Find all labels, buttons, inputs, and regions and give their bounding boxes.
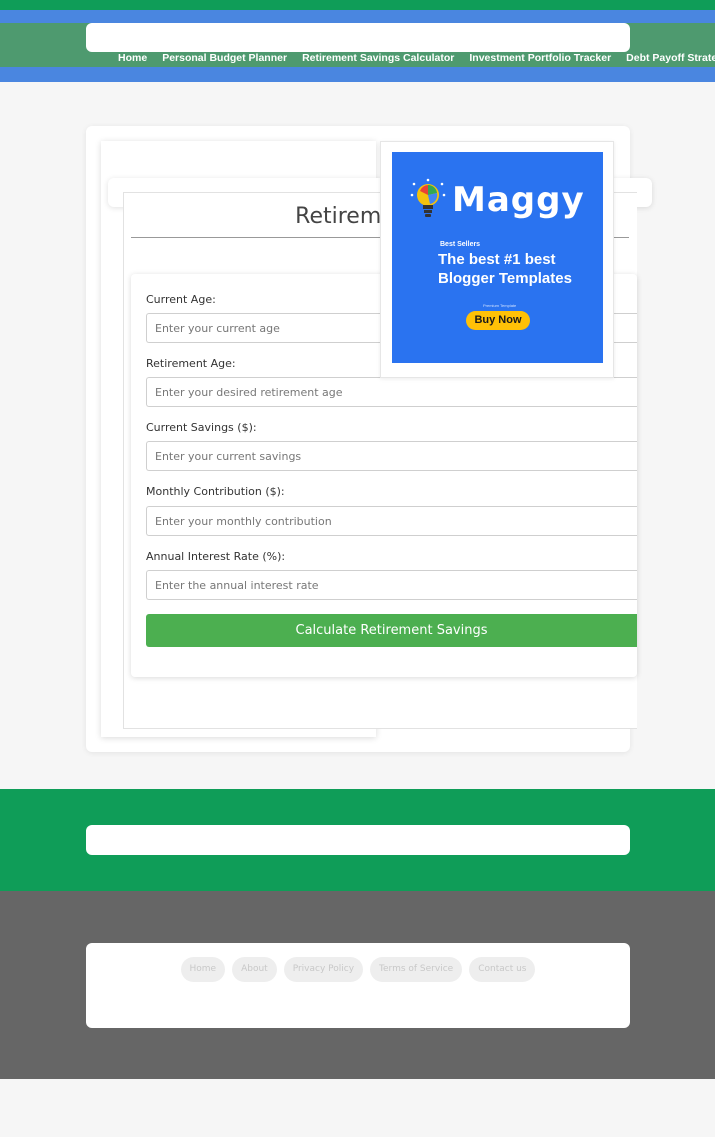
nav-item-debt-payoff-strategy[interactable]: Debt Payoff Strategy (626, 52, 715, 64)
annual-interest-rate-input[interactable] (146, 570, 637, 600)
ad-headline-line1: The best #1 best (438, 251, 556, 268)
monthly-contribution-label: Monthly Contribution ($): (146, 485, 285, 498)
current-savings-input[interactable] (146, 441, 637, 471)
footer-box (86, 943, 630, 1028)
top-accent-bar (0, 0, 715, 10)
ad-brand: Maggy (452, 180, 585, 220)
main-nav: Home Personal Budget Planner Retirement … (108, 50, 715, 66)
footer-link-privacy-policy[interactable]: Privacy Policy (283, 957, 364, 982)
buy-now-button[interactable]: Buy Now (466, 311, 530, 330)
monthly-contribution-input[interactable] (146, 506, 637, 536)
ad-subtag: Premium Template (483, 303, 517, 308)
footer-link-about[interactable]: About (232, 957, 277, 982)
footer-link-contact-us[interactable]: Contact us (469, 957, 536, 982)
ad-banner[interactable]: Maggy Best Sellers The best #1 best Blog… (392, 152, 603, 363)
nav-item-home[interactable]: Home (118, 52, 147, 64)
current-age-label: Current Age: (146, 293, 216, 306)
ad-tag: Best Sellers (440, 241, 481, 248)
ad-headline: The best #1 best Blogger Templates (438, 250, 572, 288)
retirement-age-label: Retirement Age: (146, 357, 236, 370)
lightbulb-icon (410, 178, 446, 217)
nav-item-retirement-savings-calculator[interactable]: Retirement Savings Calculator (302, 52, 454, 64)
footer-link-terms-of-service[interactable]: Terms of Service (370, 957, 463, 982)
nav-item-personal-budget-planner[interactable]: Personal Budget Planner (162, 52, 287, 64)
ad-headline-line2: Blogger Templates (438, 270, 572, 287)
current-savings-label: Current Savings ($): (146, 421, 257, 434)
green-section-bar (86, 825, 630, 855)
calculate-button[interactable]: Calculate Retirement Savings (146, 614, 637, 647)
retirement-age-input[interactable] (146, 377, 637, 407)
header-bar (86, 23, 630, 52)
nav-item-investment-portfolio-tracker[interactable]: Investment Portfolio Tracker (469, 52, 611, 64)
footer-link-home[interactable]: Home (180, 957, 226, 982)
annual-interest-rate-label: Annual Interest Rate (%): (146, 550, 286, 563)
footer-links: Home About Privacy Policy Terms of Servi… (86, 957, 630, 982)
